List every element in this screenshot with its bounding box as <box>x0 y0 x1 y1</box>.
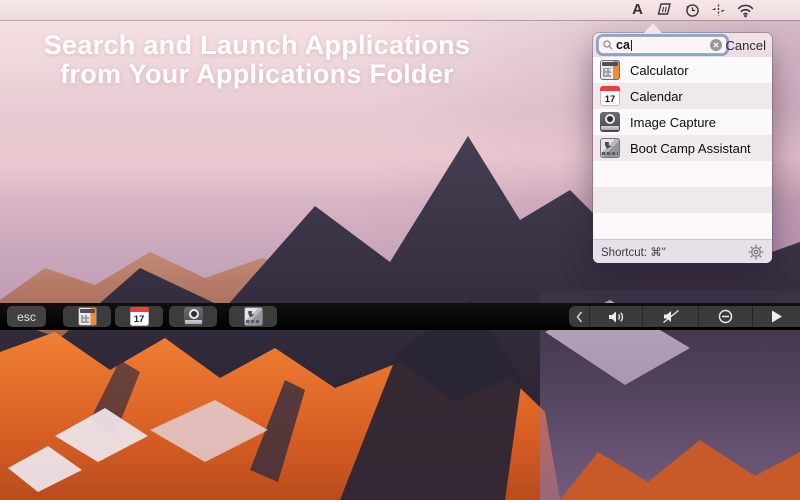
wifi-icon[interactable] <box>737 3 754 18</box>
shortcut-label: Shortcut: ⌘" <box>601 245 666 259</box>
calculator-icon <box>600 60 620 80</box>
search-input[interactable]: ca <box>599 37 726 53</box>
list-item-calculator[interactable]: Calculator <box>593 57 772 83</box>
move-icon[interactable] <box>711 2 726 18</box>
calendar-icon: 17 <box>600 86 620 106</box>
mute-icon[interactable] <box>643 306 699 327</box>
popover-footer: Shortcut: ⌘" <box>593 239 772 263</box>
desktop-screen: A <box>0 0 800 500</box>
touchbar-image-capture-button[interactable] <box>169 306 217 327</box>
list-row-empty <box>593 187 772 213</box>
calendar-day: 17 <box>134 313 145 326</box>
list-row-empty <box>593 213 772 239</box>
result-label: Calculator <box>630 63 689 78</box>
text-caret <box>631 40 632 51</box>
image-capture-icon <box>600 112 620 132</box>
list-row-empty <box>593 161 772 187</box>
chevron-left-icon[interactable] <box>569 306 590 327</box>
search-row: ca Cancel <box>593 33 772 57</box>
hero-title-line2: from Your Applications Folder <box>24 60 490 89</box>
gear-icon[interactable] <box>748 244 764 260</box>
magnifier-icon <box>603 40 613 50</box>
touch-bar: esc 17 <box>0 303 800 330</box>
touchbar-calculator-button[interactable] <box>63 306 111 327</box>
touchbar-boot-camp-button[interactable] <box>229 306 277 327</box>
time-machine-icon[interactable] <box>684 2 700 18</box>
do-not-disturb-icon[interactable] <box>699 306 753 327</box>
list-item-calendar[interactable]: 17 Calendar <box>593 83 772 109</box>
clear-circle-icon[interactable] <box>710 39 722 51</box>
result-label: Boot Camp Assistant <box>630 141 751 156</box>
touchbar-control-strip <box>569 306 800 327</box>
shredder-icon[interactable] <box>656 2 673 18</box>
calculator-icon <box>78 307 97 326</box>
boot-camp-icon <box>600 138 620 158</box>
search-value: ca <box>616 38 630 52</box>
menu-bar: A <box>0 0 800 20</box>
calendar-day: 17 <box>605 93 616 106</box>
list-item-boot-camp[interactable]: Boot Camp Assistant <box>593 135 772 161</box>
app-a-icon[interactable]: A <box>630 0 645 20</box>
result-label: Calendar <box>630 89 683 104</box>
hero-title: Search and Launch Applications from Your… <box>24 31 490 89</box>
cancel-button[interactable]: Cancel <box>726 38 766 53</box>
touchbar-calendar-button[interactable]: 17 <box>115 306 163 327</box>
play-icon[interactable] <box>753 306 800 327</box>
image-capture-icon <box>184 307 203 326</box>
calendar-icon: 17 <box>130 307 149 326</box>
search-results-list: Calculator 17 Calendar Image Capture Boo… <box>593 57 772 239</box>
popover-arrow <box>644 23 662 33</box>
hero-title-line1: Search and Launch Applications <box>24 31 490 60</box>
esc-button[interactable]: esc <box>7 306 46 327</box>
app-search-popover: ca Cancel Calculator 17 Calendar <box>593 33 772 263</box>
volume-icon[interactable] <box>590 306 643 327</box>
result-label: Image Capture <box>630 115 716 130</box>
list-item-image-capture[interactable]: Image Capture <box>593 109 772 135</box>
menu-bar-status-icons: A <box>630 0 754 20</box>
boot-camp-icon <box>244 307 263 326</box>
